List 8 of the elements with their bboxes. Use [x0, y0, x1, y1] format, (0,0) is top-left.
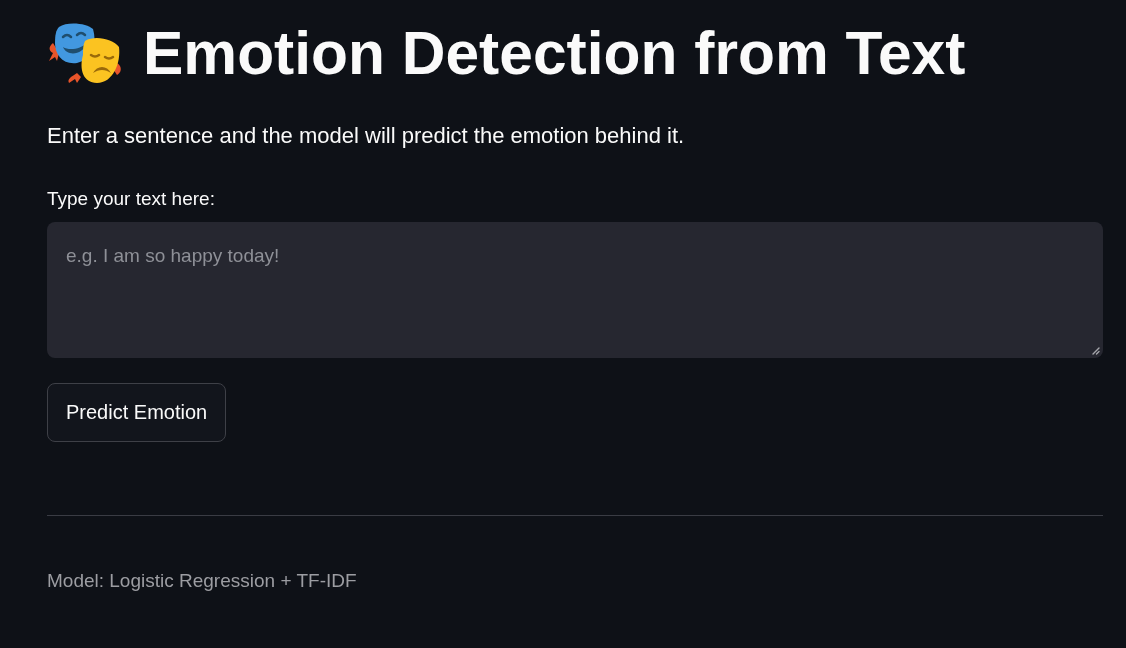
predict-button[interactable]: Predict Emotion — [47, 383, 227, 442]
page-title: Emotion Detection from Text — [143, 18, 966, 89]
description-text: Enter a sentence and the model will predict the emotion behind it. — [47, 122, 685, 150]
text-input-field[interactable]: e.g. I am so happy today! — [47, 222, 1103, 358]
input-label: Type your text here: — [47, 187, 215, 211]
model-caption: Model: Logistic Regression + TF-IDF — [47, 569, 357, 593]
resize-grip-icon[interactable] — [1092, 347, 1100, 355]
theater-masks-icon — [47, 21, 123, 85]
